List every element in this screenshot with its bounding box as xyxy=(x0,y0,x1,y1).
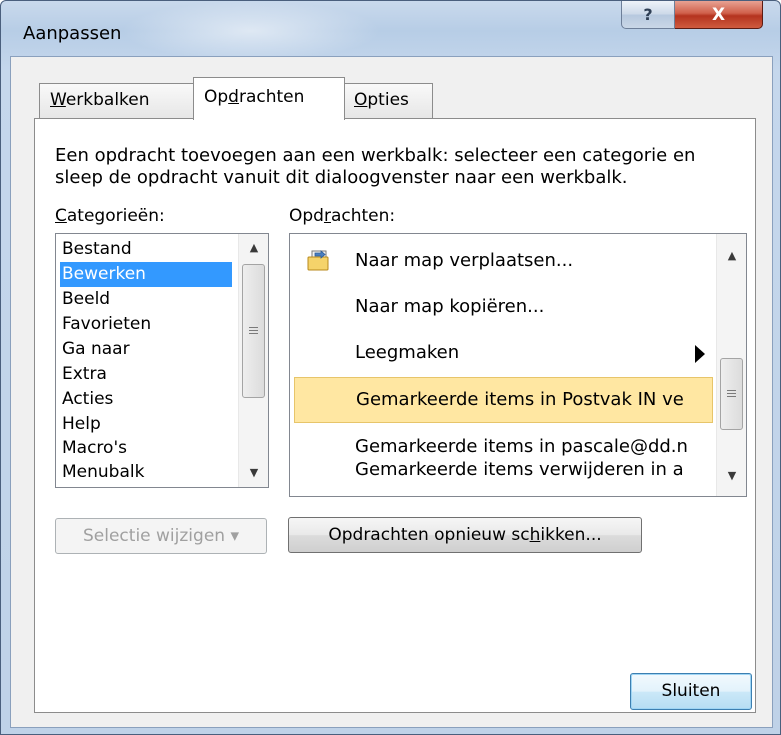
label-after: achten: xyxy=(330,206,396,226)
dialog-window: Aanpassen ? X Werkbalken Opdrachten Opti… xyxy=(0,0,781,735)
tab-label-accesskey: W xyxy=(50,90,66,110)
command-item[interactable]: Naar map verplaatsen... xyxy=(294,238,713,284)
list-item[interactable]: Acties xyxy=(60,387,232,412)
label-accesskey: r xyxy=(323,206,331,226)
instructions-text: Een opdracht toevoegen aan een werkbalk:… xyxy=(55,145,696,188)
list-item-selected[interactable]: Bewerken xyxy=(60,262,232,287)
modify-selection-button[interactable]: Selectie wijzigen ▾ xyxy=(55,518,267,554)
command-label: Gemarkeerde items in Postvak IN ve xyxy=(356,389,684,410)
command-label: Gemarkeerde items verwijderen in a xyxy=(355,459,684,480)
window-title: Aanpassen xyxy=(23,23,122,44)
close-window-button[interactable]: X xyxy=(675,1,763,29)
scrollbar-thumb[interactable] xyxy=(242,264,265,398)
commands-scrollbar[interactable]: ▲ ▼ xyxy=(716,234,746,496)
button-label-before: Opdrachten opnieuw sc xyxy=(328,525,530,545)
help-button[interactable]: ? xyxy=(621,1,675,29)
caption-buttons: ? X xyxy=(621,1,771,31)
grip-line xyxy=(249,333,258,334)
command-item[interactable]: Naar map kopiëren... xyxy=(294,284,713,330)
help-icon: ? xyxy=(643,5,653,24)
command-label: Leegmaken xyxy=(355,342,460,363)
label-before: Opd xyxy=(289,206,324,226)
list-item[interactable]: Beeld xyxy=(60,287,232,312)
command-item-selected[interactable]: Gemarkeerde items in Postvak IN ve xyxy=(294,377,713,423)
tab-label-after: rachten xyxy=(238,87,305,107)
command-label: Naar map verplaatsen... xyxy=(355,250,574,271)
scroll-up-arrow-icon[interactable]: ▲ xyxy=(239,236,269,260)
scroll-down-arrow-icon[interactable]: ▼ xyxy=(239,461,269,485)
grip-line xyxy=(727,390,736,391)
tab-label-after: erkbalken xyxy=(65,90,150,110)
command-label: Naar map kopiëren... xyxy=(355,296,545,317)
tab-label-accesskey: O xyxy=(354,90,368,110)
title-bar-glass xyxy=(121,1,381,61)
list-item[interactable]: Bestand xyxy=(60,237,232,262)
tab-opdrachten[interactable]: Opdrachten xyxy=(193,77,345,120)
grip-line xyxy=(249,327,258,328)
commands-label: Opdrachten: xyxy=(289,206,395,226)
command-item[interactable]: Leegmaken xyxy=(294,330,713,376)
scroll-up-arrow-icon[interactable]: ▲ xyxy=(717,244,747,268)
label-rest: ategorieën: xyxy=(66,206,165,226)
submenu-arrow-icon xyxy=(695,345,705,363)
categories-label: Categorieën: xyxy=(55,206,165,226)
tab-label-before: Op xyxy=(204,87,229,107)
move-to-folder-icon xyxy=(307,250,329,271)
tab-opties[interactable]: Opties xyxy=(343,83,433,119)
list-item[interactable]: Ga naar xyxy=(60,337,232,362)
label-accesskey: C xyxy=(55,206,67,226)
button-label-after: ikken... xyxy=(540,525,602,545)
grip-line xyxy=(249,330,258,331)
rearrange-commands-button[interactable]: Opdrachten opnieuw schikken... xyxy=(288,517,642,553)
tab-label-after: pties xyxy=(367,90,409,110)
categories-listbox[interactable]: Bestand Bewerken Beeld Favorieten Ga naa… xyxy=(55,233,269,488)
command-item[interactable]: Gemarkeerde items verwijderen in a xyxy=(294,446,713,494)
grip-line xyxy=(727,393,736,394)
button-label-accesskey: h xyxy=(529,525,541,545)
close-icon: X xyxy=(711,4,726,25)
scrollbar-thumb[interactable] xyxy=(720,358,743,430)
list-item[interactable]: Menubalk xyxy=(60,460,232,485)
list-item[interactable]: Extra xyxy=(60,362,232,387)
scroll-down-arrow-icon[interactable]: ▼ xyxy=(717,464,747,488)
tab-page-opdrachten: Een opdracht toevoegen aan een werkbalk:… xyxy=(34,118,756,713)
commands-listbox[interactable]: Naar map verplaatsen... Naar map kopiëre… xyxy=(289,233,747,497)
dialog-client-area: Werkbalken Opdrachten Opties Een opdrach… xyxy=(10,56,773,728)
list-item[interactable]: Favorieten xyxy=(60,312,232,337)
list-item[interactable]: Help xyxy=(60,412,232,437)
tab-werkbalken[interactable]: Werkbalken xyxy=(39,83,195,119)
close-button[interactable]: Sluiten xyxy=(630,673,752,710)
list-item[interactable]: Macro's xyxy=(60,436,232,461)
grip-line xyxy=(727,396,736,397)
tab-label-accesskey: d xyxy=(228,87,239,107)
categories-scrollbar[interactable]: ▲ ▼ xyxy=(238,234,268,487)
